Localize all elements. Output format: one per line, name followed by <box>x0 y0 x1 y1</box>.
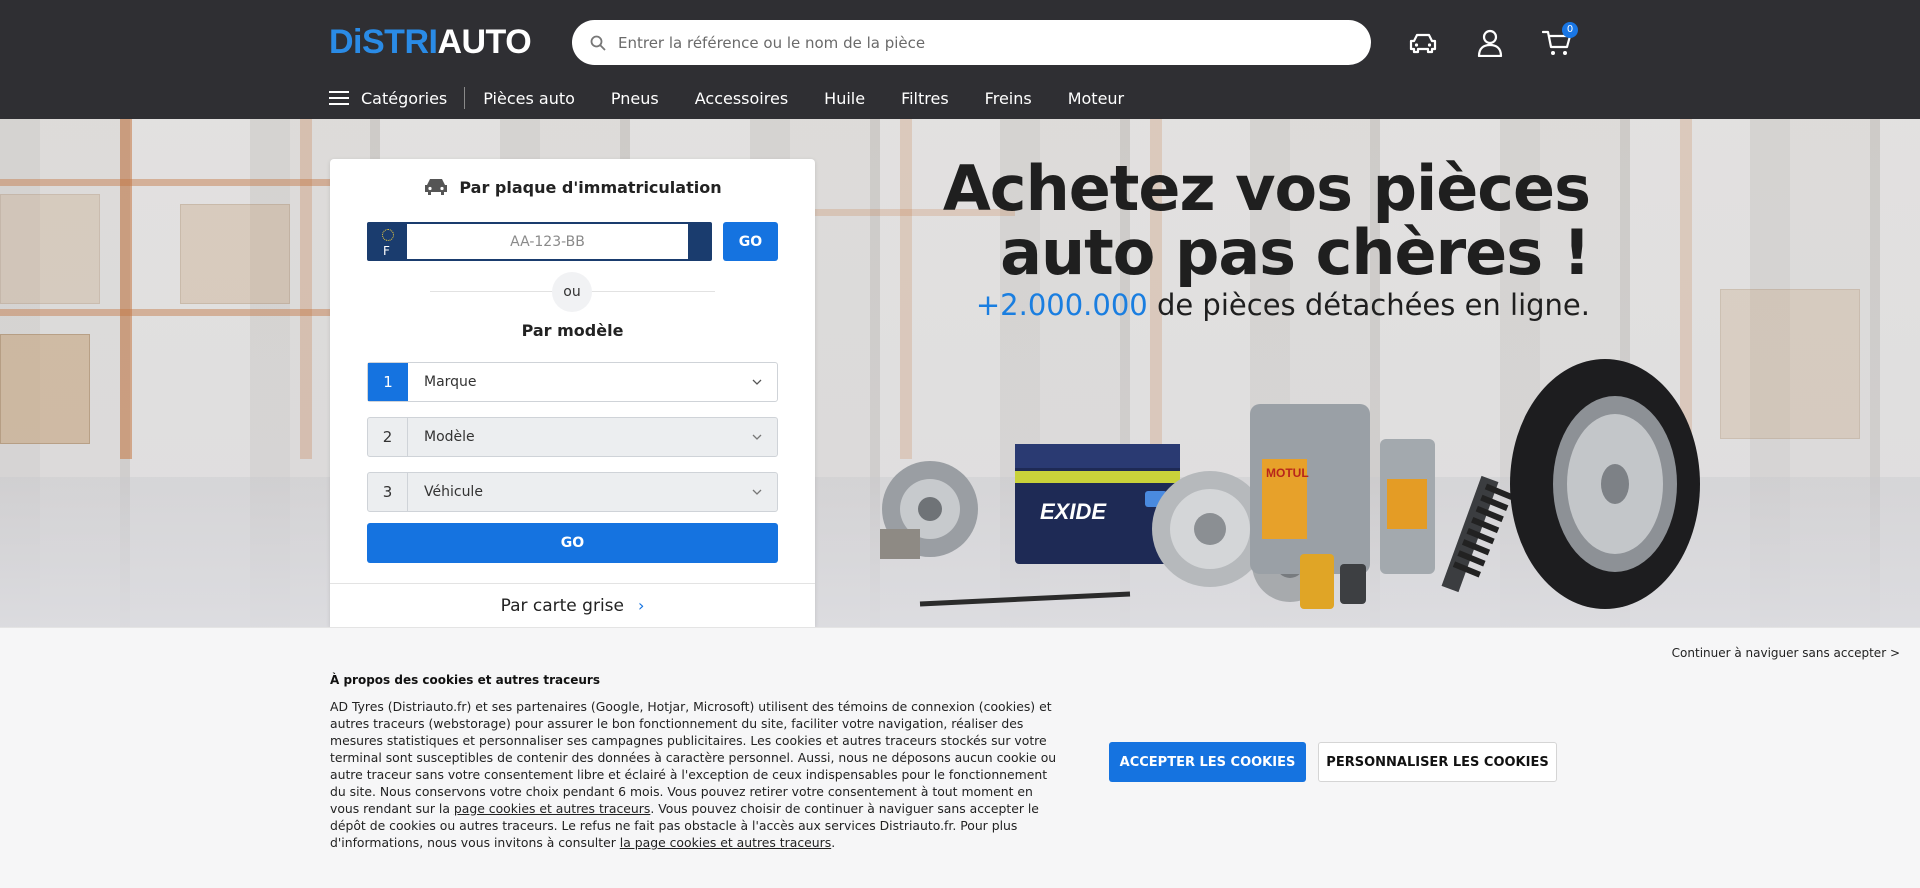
nav-item-pneus[interactable]: Pneus <box>611 89 659 108</box>
categories-menu[interactable]: Catégories <box>329 87 466 109</box>
tyre-icon <box>1510 359 1700 609</box>
step-number: 3 <box>368 473 408 511</box>
hero-title: Achetez vos pièces auto pas chères ! <box>942 152 1591 289</box>
nav-item-filtres[interactable]: Filtres <box>901 89 949 108</box>
accept-cookies-button[interactable]: ACCEPTER LES COOKIES <box>1109 742 1306 782</box>
plate-input[interactable] <box>407 224 688 259</box>
hero-title-line1: Achetez vos pièces <box>942 152 1591 225</box>
eu-flag-icon: F <box>369 224 407 259</box>
car-icon <box>425 179 448 195</box>
plate-search-title: Par plaque d'immatriculation <box>330 177 815 197</box>
customize-cookies-button[interactable]: PERSONNALISER LES COOKIES <box>1318 742 1557 782</box>
parts-count: +2.000.000 <box>975 288 1148 322</box>
logo-part1: DiSTRI <box>329 23 438 61</box>
nav-item-accessoires[interactable]: Accessoires <box>695 89 788 108</box>
cookie-page-link-2[interactable]: la page cookies et autres traceurs <box>620 835 831 850</box>
car-parts-image: EXIDE MOTUL <box>880 359 1700 609</box>
oil-can-icon: MOTUL <box>1250 404 1435 574</box>
categories-label: Catégories <box>361 88 448 108</box>
cart-count-badge: 0 <box>1562 22 1578 38</box>
search-icon <box>590 35 606 51</box>
battery-brand: EXIDE <box>1040 499 1107 524</box>
vehicle-button[interactable] <box>1406 26 1440 60</box>
menu-icon <box>329 91 349 105</box>
main-nav: Catégories Pièces auto Pneus Accessoires… <box>329 86 1124 110</box>
brand-select[interactable]: 1 Marque <box>367 362 778 402</box>
step-number: 2 <box>368 418 408 456</box>
continue-without-accepting-link[interactable]: Continuer à naviguer sans accepter > <box>1672 646 1900 660</box>
carte-grise-link[interactable]: Par carte grise › <box>330 583 815 627</box>
cart-button[interactable]: 0 <box>1540 22 1578 60</box>
cookie-text-part1: AD Tyres (Distriauto.fr) et ses partenai… <box>330 699 1057 816</box>
oil-brand: MOTUL <box>1266 466 1309 480</box>
cookie-title: À propos des cookies et autres traceurs <box>330 673 600 687</box>
search-input[interactable] <box>618 33 1318 52</box>
model-select[interactable]: 2 Modèle <box>367 417 778 457</box>
wiper-icon <box>919 591 1131 607</box>
hero-subtitle: +2.000.000 de pièces détachées en ligne. <box>976 288 1590 322</box>
search-bar <box>572 20 1371 65</box>
chevron-right-icon: › <box>638 596 645 615</box>
cookie-banner: Continuer à naviguer sans accepter > À p… <box>0 627 1920 888</box>
logo[interactable]: DiSTRIAUTO <box>329 23 532 61</box>
nav-item-pieces-auto[interactable]: Pièces auto <box>483 89 575 108</box>
select-label: Modèle <box>424 429 475 445</box>
plate-title-text: Par plaque d'immatriculation <box>459 177 722 197</box>
select-label: Véhicule <box>424 484 483 500</box>
model-go-button[interactable]: GO <box>367 523 778 563</box>
nav-item-huile[interactable]: Huile <box>824 89 865 108</box>
turbo-icon <box>880 461 978 559</box>
subtitle-text: de pièces détachées en ligne. <box>1147 288 1590 322</box>
hero-section: Par plaque d'immatriculation F GO ou Par… <box>0 119 1920 627</box>
hero-title-line2: auto pas chères ! <box>1000 216 1591 289</box>
car-icon <box>1409 33 1437 54</box>
shock-absorber-icon <box>1441 475 1513 593</box>
nav-item-moteur[interactable]: Moteur <box>1068 89 1124 108</box>
model-search-title: Par modèle <box>521 321 624 340</box>
chevron-down-icon <box>752 489 762 495</box>
cookie-text: AD Tyres (Distriauto.fr) et ses partenai… <box>330 698 1060 851</box>
chevron-down-icon <box>752 379 762 385</box>
top-header: DiSTRIAUTO 0 Catégories Pièces auto Pneu… <box>0 0 1920 119</box>
logo-part2: AUTO <box>437 23 532 61</box>
cookie-page-link[interactable]: page cookies et autres traceurs <box>454 801 650 816</box>
nav-item-freins[interactable]: Freins <box>985 89 1032 108</box>
user-icon <box>1477 29 1503 57</box>
select-label: Marque <box>424 374 477 390</box>
chevron-down-icon <box>752 434 762 440</box>
license-plate-field: F <box>367 222 712 261</box>
vehicle-search-panel: Par plaque d'immatriculation F GO ou Par… <box>330 159 815 627</box>
cookie-text-part3: . <box>831 835 836 850</box>
or-separator: ou <box>552 272 592 312</box>
account-button[interactable] <box>1473 26 1507 60</box>
carte-grise-label: Par carte grise <box>500 595 624 616</box>
step-number: 1 <box>368 363 408 401</box>
vehicle-select[interactable]: 3 Véhicule <box>367 472 778 512</box>
plate-go-button[interactable]: GO <box>723 222 778 261</box>
plate-country-code: F <box>383 244 390 258</box>
